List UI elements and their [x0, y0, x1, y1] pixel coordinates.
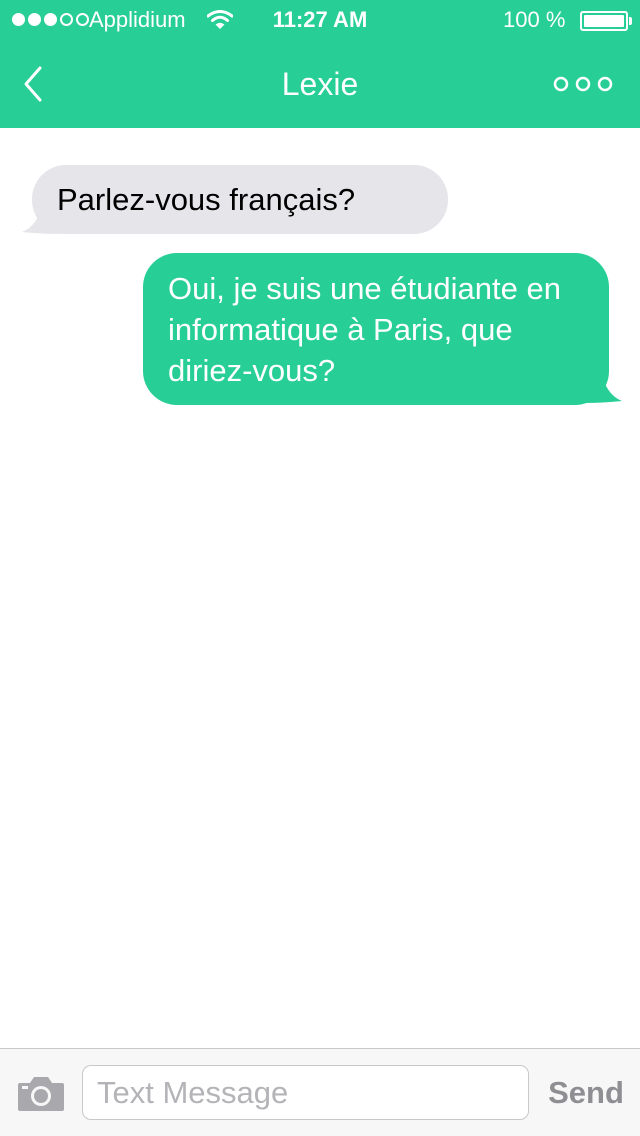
message-text-line: diriez-vous? [168, 353, 336, 388]
incoming-message-bubble: Parlez-vous français? [32, 165, 448, 234]
nav-bar: Lexie [0, 40, 640, 128]
header: Applidium 11:27 AM 100 % Lexie [0, 0, 640, 128]
status-bar: Applidium 11:27 AM 100 % [0, 0, 640, 40]
battery-cap [629, 17, 632, 25]
battery-percent: 100 % [503, 7, 566, 32]
send-button[interactable]: Send [540, 1065, 632, 1121]
message-text-line: informatique à Paris, que [168, 312, 513, 347]
outgoing-message-bubble: Oui, je suis une étudiante en informatiq… [143, 253, 609, 405]
message-input[interactable] [82, 1065, 529, 1120]
message-text-line: Oui, je suis une étudiante en [168, 271, 561, 306]
battery-icon [580, 11, 628, 31]
conversation-title: Lexie [281, 66, 359, 102]
more-options-icon[interactable] [552, 72, 614, 96]
message-composer: Send [0, 1048, 640, 1136]
message-text: Parlez-vous français? [57, 182, 356, 217]
camera-icon[interactable] [16, 1073, 66, 1113]
